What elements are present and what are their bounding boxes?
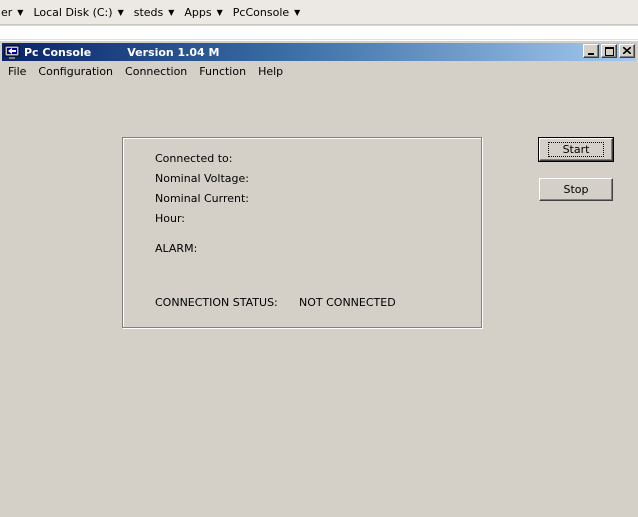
app-icon [4, 44, 20, 60]
breadcrumb-label: Apps [184, 5, 212, 19]
close-icon [623, 47, 631, 54]
menu-help[interactable]: Help [252, 65, 289, 78]
connected-to-label: Connected to: [155, 152, 233, 165]
nominal-voltage-label: Nominal Voltage: [155, 172, 249, 185]
version-label: Version 1.04 M [127, 45, 220, 59]
pc-console-window: Pc Console Version 1.04 M File Configura… [0, 40, 638, 517]
hour-label: Hour: [155, 212, 186, 225]
dropdown-arrow-icon[interactable]: ▼ [17, 8, 23, 17]
explorer-breadcrumb: er ▼ Local Disk (C:) ▼ steds ▼ Apps ▼ Pc… [0, 0, 638, 25]
breadcrumb-label: PcConsole [232, 5, 290, 19]
minimize-button[interactable] [583, 44, 599, 58]
breadcrumb-item-pcconsole[interactable]: PcConsole ▼ [232, 6, 304, 19]
stop-button[interactable]: Stop [539, 178, 613, 201]
dropdown-arrow-icon[interactable]: ▼ [294, 8, 300, 17]
breadcrumb-label: er [1, 5, 13, 19]
menu-connection[interactable]: Connection [119, 65, 193, 78]
status-panel: Connected to: Nominal Voltage: Nominal C… [122, 137, 482, 328]
start-button[interactable]: Start [538, 137, 614, 162]
breadcrumb-item-local-disk[interactable]: Local Disk (C:) ▼ [32, 6, 126, 19]
dropdown-arrow-icon[interactable]: ▼ [217, 8, 223, 17]
alarm-label: ALARM: [155, 242, 198, 255]
maximize-button[interactable] [601, 44, 617, 58]
explorer-toolbar-strip [0, 25, 638, 40]
menu-function[interactable]: Function [193, 65, 252, 78]
breadcrumb-label: steds [133, 5, 164, 19]
dropdown-arrow-icon[interactable]: ▼ [118, 8, 124, 17]
breadcrumb-item-apps[interactable]: Apps ▼ [183, 6, 225, 19]
breadcrumb-label: Local Disk (C:) [33, 5, 113, 19]
close-button[interactable] [619, 44, 635, 58]
title-bar[interactable]: Pc Console Version 1.04 M [2, 43, 636, 61]
menu-file[interactable]: File [2, 65, 32, 78]
start-button-label: Start [547, 142, 605, 157]
menu-bar: File Configuration Connection Function H… [2, 62, 289, 81]
breadcrumb-item-partial[interactable]: er ▼ [0, 6, 26, 19]
dropdown-arrow-icon[interactable]: ▼ [168, 8, 174, 17]
nominal-current-label: Nominal Current: [155, 192, 250, 205]
stop-button-label: Stop [563, 183, 589, 196]
connection-status-label: CONNECTION STATUS: [155, 296, 278, 309]
breadcrumb-item-steds[interactable]: steds ▼ [133, 6, 178, 19]
window-title: Pc Console [24, 45, 92, 59]
connection-status-value: NOT CONNECTED [299, 296, 396, 309]
menu-configuration[interactable]: Configuration [32, 65, 119, 78]
